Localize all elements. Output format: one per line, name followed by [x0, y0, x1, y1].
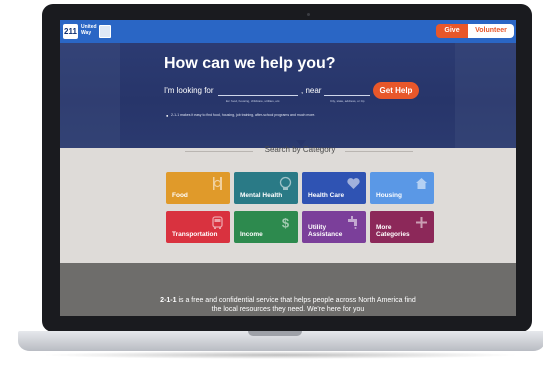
utensils-icon: [213, 177, 222, 190]
category-label: Food: [172, 192, 188, 199]
category-label: Mental Health: [240, 192, 283, 199]
need-input[interactable]: [218, 85, 298, 96]
top-bar: 211 United Way Give Volunteer: [60, 20, 516, 43]
category-tile-more-categories[interactable]: More Categories: [370, 211, 434, 243]
location-input[interactable]: [324, 85, 370, 96]
house-icon: [416, 178, 427, 189]
divider-left: [185, 151, 253, 152]
logo-211-icon[interactable]: 211: [63, 24, 78, 39]
footer-text: 2-1-1 is a free and confidential service…: [155, 296, 421, 314]
near-label: , near: [301, 86, 322, 95]
category-tile-transportation[interactable]: Transportation: [166, 211, 230, 243]
give-button[interactable]: Give: [436, 24, 468, 38]
volunteer-button[interactable]: Volunteer: [468, 24, 514, 38]
dollar-icon: $: [282, 216, 290, 231]
category-label: More Categories: [376, 224, 410, 238]
category-label: Health Care: [308, 192, 345, 199]
category-label: Utility Assistance: [308, 224, 343, 238]
heart-icon: [347, 178, 360, 189]
category-tile-housing[interactable]: Housing: [370, 172, 434, 204]
need-hint: Ex: food, housing, childcare, utilities,…: [226, 99, 281, 103]
webcam: [307, 13, 310, 16]
divider-right: [345, 151, 413, 152]
head-icon: [279, 176, 292, 190]
faucet-icon: [348, 216, 357, 229]
screen: 211 United Way Give Volunteer How can we…: [60, 20, 516, 316]
category-label: Housing: [376, 192, 402, 199]
bus-icon: [212, 216, 223, 229]
footer-lead: 2-1-1: [160, 297, 177, 304]
laptop-shadow: [40, 351, 520, 359]
laptop-notch: [248, 331, 302, 336]
category-tile-income[interactable]: $ Income: [234, 211, 298, 243]
category-label: Transportation: [172, 231, 218, 238]
plus-icon: [416, 217, 427, 228]
logo-number: 211: [64, 27, 77, 36]
hero-title: How can we help you?: [164, 55, 336, 72]
united-way-badge-icon: [99, 25, 111, 38]
category-tile-utility-assistance[interactable]: Utility Assistance: [302, 211, 366, 243]
info-text: 2-1-1 makes it easy to find food, housin…: [171, 113, 316, 117]
svg-text:$: $: [282, 216, 290, 231]
category-label: Income: [240, 231, 263, 238]
hero-section: How can we help you? I'm looking for Ex:…: [60, 43, 516, 148]
category-tile-mental-health[interactable]: Mental Health: [234, 172, 298, 204]
category-tile-food[interactable]: Food: [166, 172, 230, 204]
get-help-button[interactable]: Get Help: [373, 82, 419, 99]
category-heading: Search by Category: [264, 145, 336, 154]
location-hint: City, state, address, or zip: [330, 99, 365, 103]
info-icon: ●: [166, 113, 169, 118]
category-tile-health-care[interactable]: Health Care: [302, 172, 366, 204]
looking-for-label: I'm looking for: [164, 86, 214, 95]
hero-photo: [455, 43, 516, 148]
info-line: ● 2-1-1 makes it easy to find food, hous…: [166, 112, 356, 119]
footer-body: is a free and confidential service that …: [176, 297, 416, 313]
hero-photo: [60, 43, 120, 148]
